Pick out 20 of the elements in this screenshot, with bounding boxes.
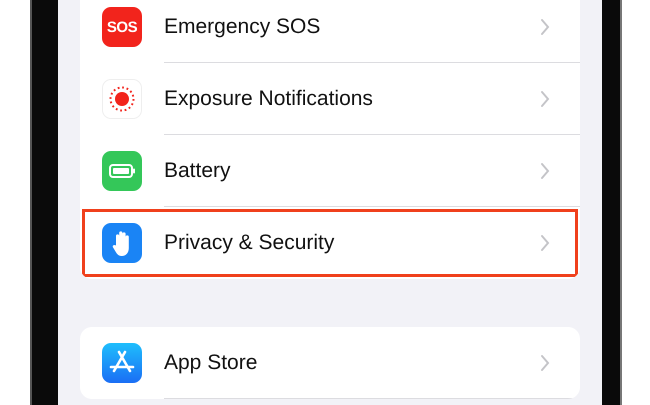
row-label: Battery [164, 159, 232, 183]
battery-icon [102, 151, 142, 191]
chevron-icon [540, 90, 550, 108]
settings-row[interactable]: Privacy & Security [80, 207, 580, 279]
row-label: Exposure Notifications [164, 87, 374, 111]
chevron-icon [540, 18, 550, 36]
row-label: Emergency SOS [164, 15, 322, 39]
exposure-icon [102, 79, 142, 119]
app-store-icon [102, 343, 142, 383]
chevron-icon [540, 354, 550, 372]
settings-row[interactable]: Exposure Notifications [80, 63, 580, 135]
row-label: App Store [164, 351, 258, 375]
sos-icon: SOS [102, 7, 142, 47]
chevron-icon [540, 234, 550, 252]
settings-row[interactable]: App Store [80, 327, 580, 399]
hand-icon [102, 223, 142, 263]
settings-row[interactable]: Battery [80, 135, 580, 207]
settings-row[interactable]: SOS Emergency SOS [80, 0, 580, 63]
row-label: Privacy & Security [164, 231, 336, 255]
chevron-icon [540, 162, 550, 180]
